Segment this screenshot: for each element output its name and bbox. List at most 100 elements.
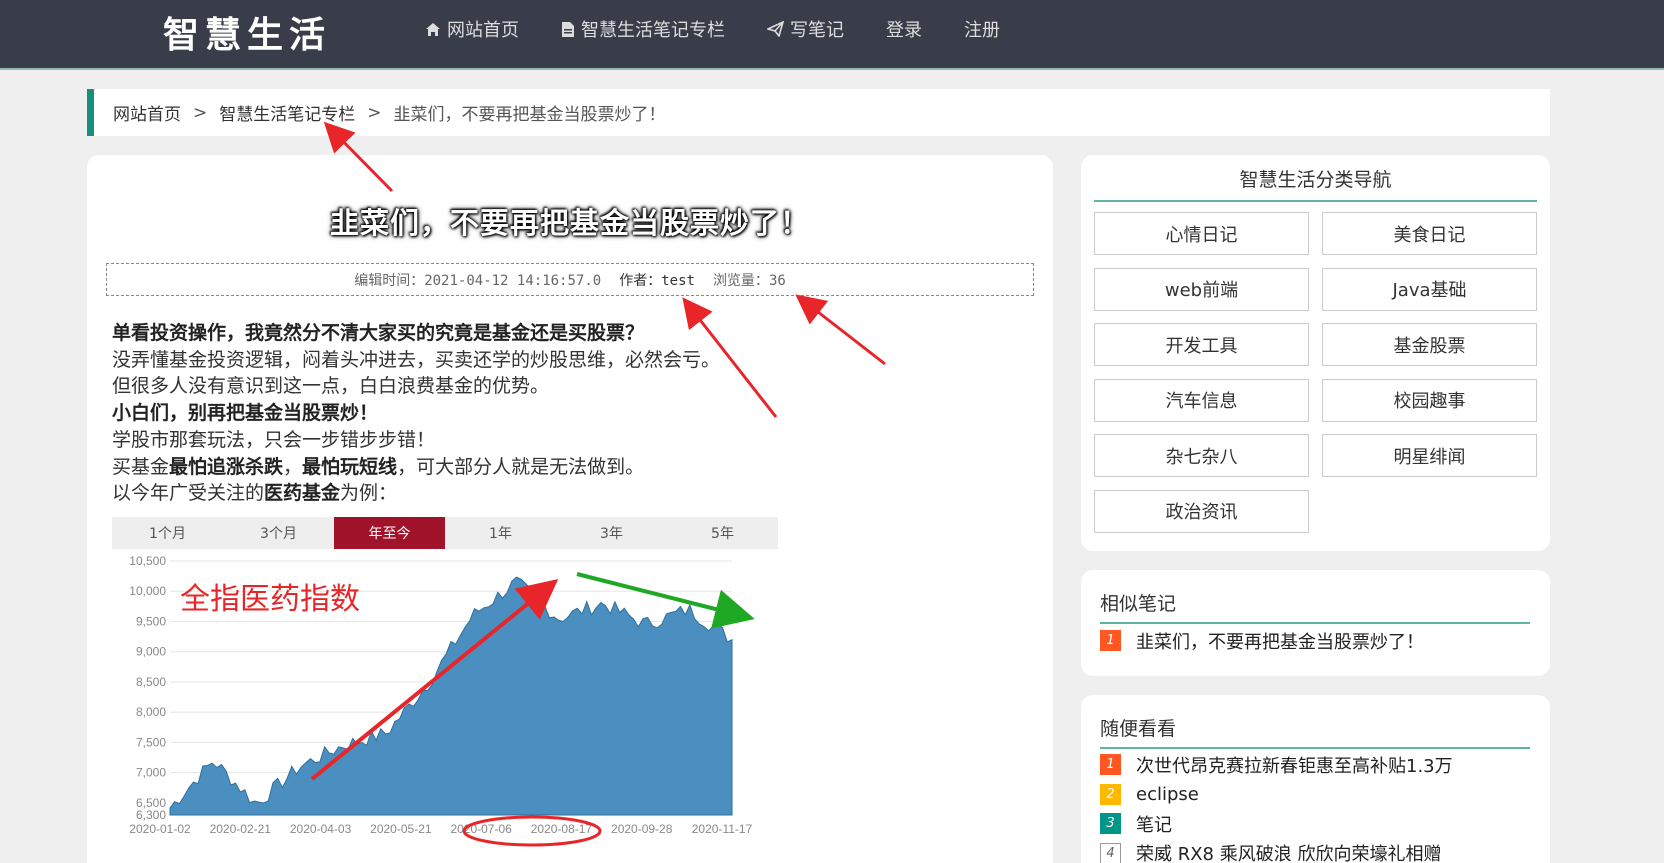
list-item[interactable]: 2 eclipse (1100, 780, 1530, 810)
text: 以今年广受关注的 (112, 482, 265, 505)
article-title: 韭菜们，不要再把基金当股票炒了！ (329, 206, 810, 240)
breadcrumb: 网站首页 > 智慧生活笔记专栏 > 韭菜们，不要再把基金当股票炒了！ (87, 89, 1550, 136)
document-icon (562, 21, 574, 37)
nav-home-label: 网站首页 (447, 20, 519, 41)
x-tick-label: 2020-07-06 (450, 822, 512, 836)
list-item-title: eclipse (1136, 783, 1199, 805)
paragraph: 小白们，别再把基金当股票炒！ (112, 400, 720, 427)
paragraph: 以今年广受关注的医药基金为例： (112, 480, 720, 507)
random-notes-list: 1 次世代昂克赛拉新春钜惠至高补贴1.3万 2 eclipse 3 笔记 4 荣威 RX8 乘… (1100, 750, 1530, 863)
y-tick-label: 9,000 (136, 645, 166, 659)
bold-text: 单看投资操作，我竟然分不清大家买的究竟是基金还是买股票？ (112, 322, 645, 344)
x-tick-label: 2020-11-17 (692, 822, 753, 836)
x-tick-label: 2020-08-17 (531, 822, 593, 836)
list-item[interactable]: 4 荣威 RX8 乘风破浪 欣欣向荣壕礼相赠 (1100, 839, 1530, 863)
y-tick-label: 8,500 (136, 675, 166, 689)
author-name: test (661, 272, 695, 289)
paragraph: 学股市那套玩法，只会一步错步步错！ (112, 428, 436, 451)
chart-tab[interactable]: 1年 (445, 517, 556, 549)
nav-notes-column-label: 智慧生活笔记专栏 (581, 20, 725, 41)
list-item[interactable]: 3 笔记 (1100, 809, 1530, 839)
author-label: 作者： (619, 272, 662, 289)
category-button[interactable]: 汽车信息 (1094, 378, 1309, 422)
rank-badge: 4 (1100, 842, 1121, 863)
x-tick-label: 2020-05-21 (370, 822, 432, 836)
text: 为例： (340, 482, 398, 505)
y-tick-label: 10,000 (129, 584, 166, 598)
bold-text: 最怕玩短线 (302, 455, 398, 478)
breadcrumb-current: 韭菜们，不要再把基金当股票炒了！ (393, 105, 666, 125)
x-tick-label: 2020-01-02 (129, 822, 191, 836)
text: 买基金 (112, 455, 170, 478)
similar-notes-list: 1 韭菜们，不要再把基金当股票炒了！ (1100, 626, 1530, 656)
category-button[interactable]: 杂七杂八 (1094, 434, 1309, 477)
nav-login[interactable]: 登录 (886, 16, 922, 42)
breadcrumb-separator: > (193, 102, 208, 123)
views-value: 36 (768, 272, 786, 289)
rank-badge: 2 (1100, 783, 1121, 805)
y-tick-label: 7,500 (136, 735, 166, 749)
breadcrumb-home[interactable]: 网站首页 (113, 100, 181, 125)
nav-write-note[interactable]: 写笔记 (767, 16, 844, 42)
chart-tab[interactable]: 1个月 (112, 517, 223, 549)
y-tick-label: 9,500 (136, 614, 166, 628)
category-button[interactable]: 明星绯闻 (1322, 434, 1537, 477)
home-icon (426, 22, 440, 36)
top-navbar: 智慧生活 网站首页 智慧生活笔记专栏 写笔记 登录 注册 (0, 0, 1664, 70)
category-button[interactable]: 基金股票 (1322, 323, 1537, 366)
category-button[interactable]: 美食日记 (1322, 212, 1537, 255)
paragraph: 单看投资操作，我竟然分不清大家买的究竟是基金还是买股票？ (112, 320, 720, 347)
main-nav: 网站首页 智慧生活笔记专栏 写笔记 登录 注册 (425, 0, 1042, 58)
category-button[interactable]: 政治资讯 (1094, 489, 1309, 533)
author-info: 作者：test (619, 270, 695, 290)
text: ，可大部分人就是无法做到。 (397, 455, 645, 478)
chart-tab[interactable]: 年至今 (334, 517, 445, 549)
nav-home[interactable]: 网站首页 (425, 16, 519, 42)
y-tick-label: 6,300 (136, 808, 166, 822)
list-item[interactable]: 1 次世代昂克赛拉新春钜惠至高补贴1.3万 (1100, 750, 1530, 780)
list-item[interactable]: 1 韭菜们，不要再把基金当股票炒了！ (1100, 626, 1530, 656)
chart-tab[interactable]: 3年 (556, 517, 667, 549)
breadcrumb-column[interactable]: 智慧生活笔记专栏 (219, 100, 355, 125)
rank-badge: 1 (1100, 630, 1121, 652)
chart-tab[interactable]: 3个月 (223, 517, 334, 549)
rank-badge: 3 (1100, 813, 1121, 835)
site-logo[interactable]: 智慧生活 (163, 6, 331, 58)
text: ， (283, 455, 303, 478)
list-item-title: 荣威 RX8 乘风破浪 欣欣向荣壕礼相赠 (1136, 844, 1442, 863)
random-notes-title: 随便看看 (1100, 714, 1530, 749)
category-button[interactable]: Java基础 (1322, 267, 1537, 311)
category-nav-title: 智慧生活分类导航 (1094, 165, 1537, 202)
category-button[interactable]: 心情日记 (1094, 212, 1309, 255)
rank-badge: 1 (1100, 754, 1121, 776)
chart-tab[interactable]: 5年 (667, 517, 778, 549)
paragraph: 但很多人没有意识到这一点，白白浪费基金的优势。 (112, 375, 550, 398)
x-tick-label: 2020-04-03 (290, 822, 352, 836)
paragraph: 没弄懂基金投资逻辑，闷着头冲进去，买卖还学的炒股思维，必然会亏。 (112, 348, 721, 371)
category-button[interactable]: web前端 (1094, 267, 1309, 311)
view-count: 浏览量：36 (713, 270, 786, 290)
paragraph: 买基金最怕追涨杀跌，最怕玩短线，可大部分人就是无法做到。 (112, 454, 720, 481)
send-icon (767, 21, 784, 37)
nav-write-note-label: 写笔记 (790, 20, 844, 41)
bold-text: 最怕追涨杀跌 (169, 455, 284, 478)
nav-login-label: 登录 (886, 20, 922, 41)
article-chart-image: 1个月 3个月 年至今 1年 3年 5年 10,500 10,000 9,500 9,000 8,… (112, 517, 799, 863)
similar-notes-card: 相似笔记 1 韭菜们，不要再把基金当股票炒了！ (1081, 570, 1550, 676)
category-button[interactable]: 开发工具 (1094, 323, 1309, 366)
category-nav-card: 智慧生活分类导航 心情日记 美食日记 web前端 Java基础 开发工具 基金股票 汽车信息… (1081, 155, 1550, 551)
list-item-title: 韭菜们，不要再把基金当股票炒了！ (1136, 631, 1424, 653)
article-card: 韭菜们，不要再把基金当股票炒了！ 编辑时间：2021-04-12 14:16:5… (87, 155, 1053, 863)
views-label: 浏览量： (712, 272, 769, 289)
bold-text: 小白们，别再把基金当股票炒！ (112, 402, 379, 425)
nav-register[interactable]: 注册 (964, 16, 1000, 42)
list-item-title: 次世代昂克赛拉新春钜惠至高补贴1.3万 (1136, 755, 1453, 777)
category-button[interactable]: 校园趣事 (1322, 378, 1537, 422)
edit-time: 编辑时间：2021-04-12 14:16:57.0 (354, 272, 602, 289)
random-notes-card: 随便看看 1 次世代昂克赛拉新春钜惠至高补贴1.3万 2 eclipse 3 笔记 4 荣威 … (1081, 695, 1550, 863)
nav-notes-column[interactable]: 智慧生活笔记专栏 (561, 16, 725, 42)
bold-text: 医药基金 (264, 482, 341, 505)
x-tick-label: 2020-09-28 (611, 822, 673, 836)
index-area-chart: 10,500 10,000 9,500 9,000 8,500 8,000 7,500 7,0… (129, 554, 755, 847)
y-tick-label: 8,000 (136, 705, 166, 719)
